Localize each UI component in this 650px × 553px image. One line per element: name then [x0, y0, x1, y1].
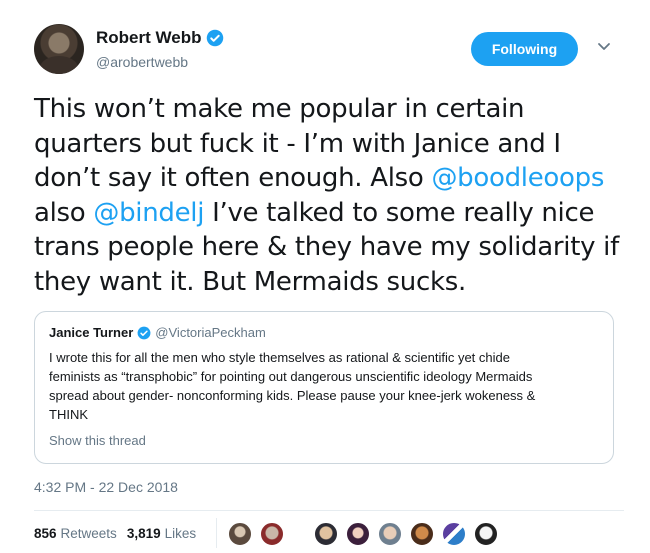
liker-avatar[interactable]	[442, 522, 466, 546]
quoted-line: I wrote this for all the men who style t…	[49, 350, 510, 365]
tweet-line: also @bindelj I’ve talked to some really…	[34, 196, 624, 231]
divider	[34, 510, 624, 511]
tweet-body: This won’t make me popular in certain qu…	[34, 92, 624, 299]
tweet-stats: 856 Retweets 3,819 Likes	[34, 526, 196, 541]
following-button[interactable]: Following	[471, 32, 578, 66]
chevron-down-icon[interactable]	[596, 38, 612, 54]
quoted-author-handle: @VictoriaPeckham	[155, 325, 266, 340]
avatar-shade	[40, 56, 78, 74]
tweet-text-span: I’ve talked to some really nice	[204, 197, 595, 228]
tweet-text-span: also	[34, 197, 94, 228]
author-display-name[interactable]: Robert Webb	[96, 28, 201, 48]
quoted-tweet-card[interactable]: Janice Turner @VictoriaPeckham I wrote t…	[34, 311, 614, 464]
tweet-header: Robert Webb @arobertwebb Following	[34, 24, 624, 78]
liker-avatar[interactable]	[410, 522, 434, 546]
tweet-timestamp[interactable]: 4:32 PM - 22 Dec 2018	[34, 479, 178, 495]
quoted-line: feminists as “transphobic” for pointing …	[49, 369, 533, 384]
tweet-line: This won’t make me popular in certain	[34, 94, 525, 124]
quoted-line: spread about gender- nonconforming kids.…	[49, 388, 536, 403]
retweets-label[interactable]: Retweets	[61, 526, 117, 541]
tweet-line: quarters but fuck it - I’m with Janice a…	[34, 128, 561, 159]
tweet-text-span: don’t say it often enough. Also	[34, 163, 432, 193]
quoted-tweet-text: I wrote this for all the men who style t…	[49, 348, 601, 424]
retweets-count[interactable]: 856	[34, 526, 57, 541]
likes-count[interactable]: 3,819	[127, 526, 161, 541]
tweet-line: they want it. But Mermaids sucks.	[34, 266, 466, 297]
author-handle[interactable]: @arobertwebb	[96, 54, 188, 70]
quoted-author-row: Janice Turner @VictoriaPeckham	[49, 325, 266, 340]
show-thread-link[interactable]: Show this thread	[49, 433, 146, 448]
quoted-line: THINK	[49, 407, 88, 422]
likes-label[interactable]: Likes	[165, 526, 197, 541]
author-avatar[interactable]	[34, 24, 84, 74]
liker-avatar[interactable]	[228, 522, 252, 546]
quoted-author-name: Janice Turner	[49, 325, 134, 340]
mention-link-boodleoops[interactable]: @boodleoops	[431, 163, 604, 193]
mention-link-bindelj[interactable]: @bindelj	[93, 198, 204, 228]
author-name-row: Robert Webb	[96, 28, 224, 48]
stats-separator	[216, 518, 217, 548]
liker-avatar[interactable]	[346, 522, 370, 546]
liker-avatars	[228, 522, 506, 546]
liker-avatar[interactable]	[314, 522, 338, 546]
verified-badge-icon	[137, 326, 151, 339]
liker-avatar[interactable]	[378, 522, 402, 546]
liker-avatar[interactable]	[474, 522, 498, 546]
verified-badge-icon	[207, 29, 224, 47]
liker-avatar[interactable]	[260, 522, 284, 546]
tweet-line: don’t say it often enough. Also @boodleo…	[34, 161, 624, 196]
tweet-line: trans people here & they have my solidar…	[34, 232, 619, 262]
